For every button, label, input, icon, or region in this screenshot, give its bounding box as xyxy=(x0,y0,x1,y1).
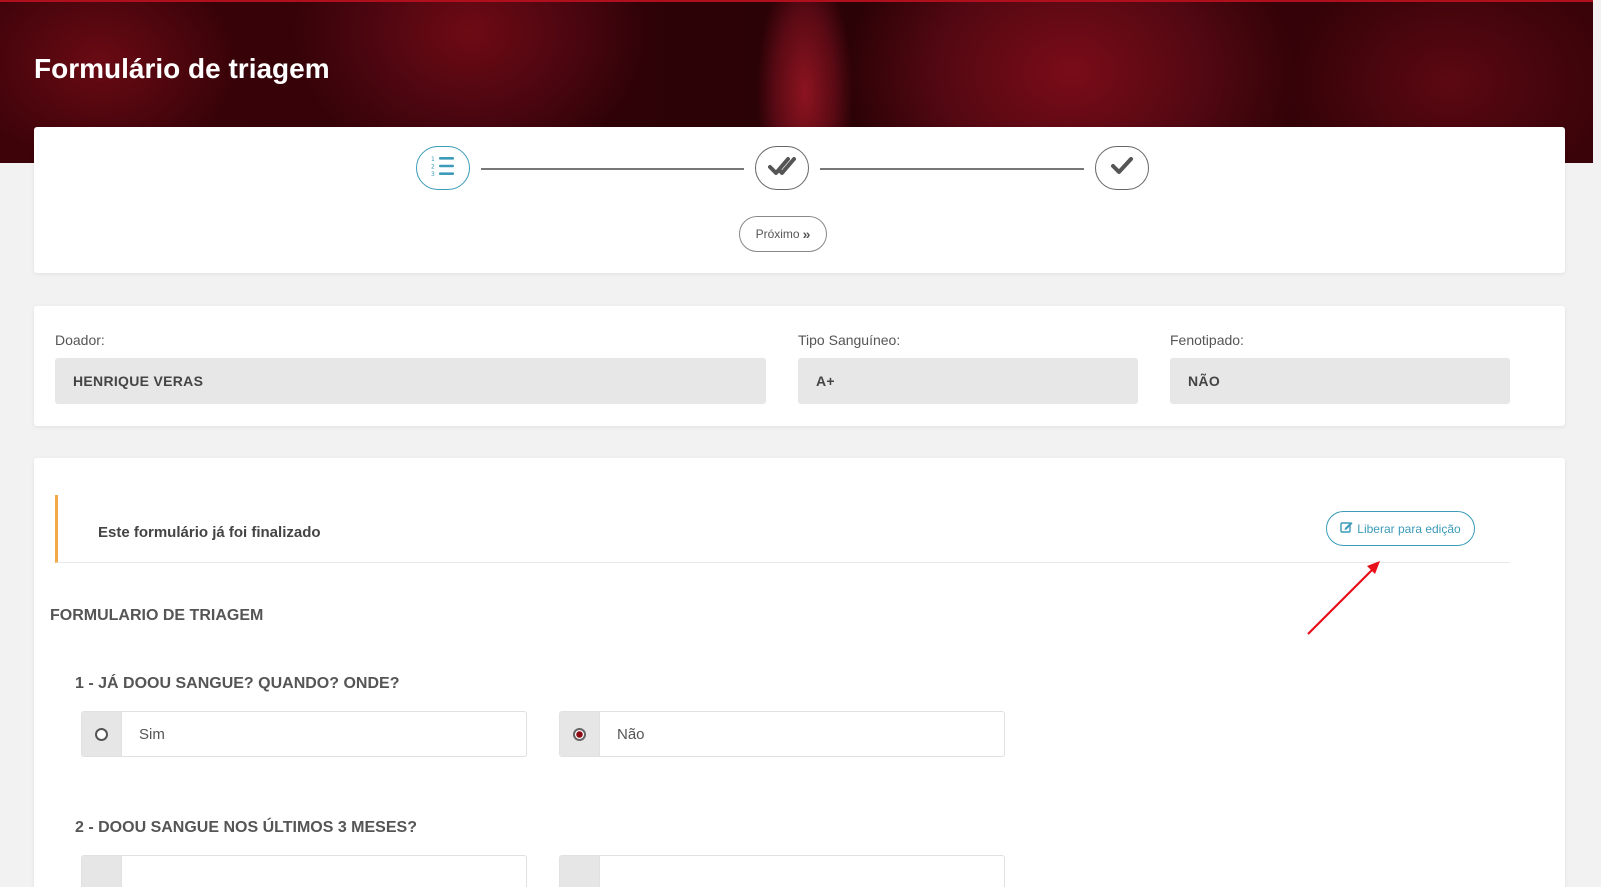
release-edit-label: Liberar para edição xyxy=(1357,521,1461,536)
phenotyped-label: Fenotipado: xyxy=(1170,332,1244,348)
phenotyped-field: NÃO xyxy=(1170,358,1510,404)
step-connector-1 xyxy=(481,168,744,170)
question-2-option-1[interactable] xyxy=(81,855,527,887)
step-3-button[interactable] xyxy=(1095,146,1149,190)
step-2-button[interactable] xyxy=(755,146,809,190)
release-edit-button[interactable]: Liberar para edição xyxy=(1326,511,1475,546)
next-button-label: Próximo xyxy=(755,227,800,241)
svg-text:2: 2 xyxy=(431,163,435,170)
blood-type-label: Tipo Sanguíneo: xyxy=(798,332,901,348)
radio-cell xyxy=(560,856,600,887)
step-1-button[interactable]: 1 2 3 xyxy=(416,146,470,190)
annotation-arrow-icon xyxy=(1307,561,1380,635)
alert-text: Este formulário já foi finalizado xyxy=(98,524,321,541)
radio-unchecked-icon[interactable] xyxy=(95,727,108,741)
svg-text:1: 1 xyxy=(431,156,435,163)
question-1-option-sim[interactable]: Sim xyxy=(81,711,527,757)
edit-icon xyxy=(1340,521,1353,536)
scrollbar[interactable] xyxy=(1593,0,1601,887)
option-label: Sim xyxy=(139,725,165,743)
donor-card: Doador: HENRIQUE VERAS Tipo Sanguíneo: A… xyxy=(34,306,1565,426)
double-chevron-right-icon: » xyxy=(802,226,811,242)
screening-form-card: Este formulário já foi finalizado Libera… xyxy=(34,458,1565,887)
check-icon xyxy=(1110,156,1134,181)
finalized-alert: Este formulário já foi finalizado Libera… xyxy=(55,495,1510,563)
radio-cell xyxy=(560,712,600,756)
question-1: 1 - JÁ DOOU SANGUE? QUANDO? ONDE? xyxy=(75,675,400,692)
section-title: FORMULARIO DE TRIAGEM xyxy=(50,607,264,624)
question-2-option-2[interactable] xyxy=(559,855,1005,887)
donor-label: Doador: xyxy=(55,332,105,348)
svg-text:3: 3 xyxy=(431,171,435,178)
step-connector-2 xyxy=(820,168,1084,170)
question-1-option-nao[interactable]: Não xyxy=(559,711,1005,757)
blood-type-field: A+ xyxy=(798,358,1138,404)
option-label: Não xyxy=(617,725,645,743)
radio-cell xyxy=(82,712,122,756)
radio-cell xyxy=(82,856,122,887)
question-2: 2 - DOOU SANGUE NOS ÚLTIMOS 3 MESES? xyxy=(75,819,417,836)
next-button[interactable]: Próximo » xyxy=(739,216,827,252)
list-numbered-icon: 1 2 3 xyxy=(430,154,456,183)
donor-field: HENRIQUE VERAS xyxy=(55,358,766,404)
double-check-icon xyxy=(768,154,796,183)
stepper-card: 1 2 3 Próximo » xyxy=(34,127,1565,273)
radio-checked-icon[interactable] xyxy=(573,727,586,741)
page-title: Formulário de triagem xyxy=(34,53,330,84)
